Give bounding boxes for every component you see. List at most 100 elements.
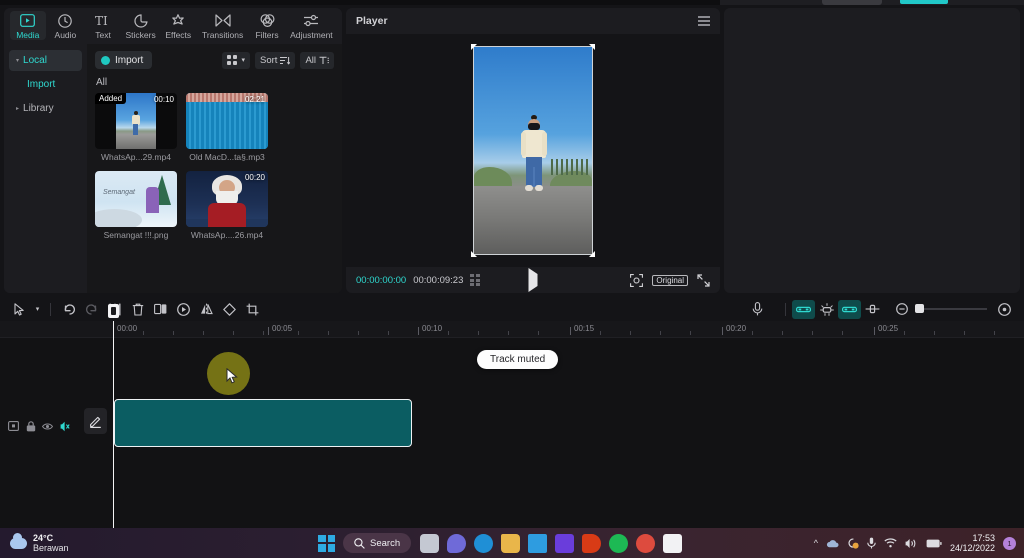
mouse-cursor bbox=[226, 368, 238, 385]
tab-effects[interactable]: Effects bbox=[160, 11, 196, 40]
timeline-panel: ▾ 00:00 00:05 00:10 00:15 00:20 00:25 Tr… bbox=[0, 297, 1024, 528]
file-explorer-icon[interactable] bbox=[501, 533, 520, 553]
zoom-out-button[interactable] bbox=[890, 300, 913, 319]
sidebar-item-local[interactable]: ▾ Local bbox=[9, 50, 82, 71]
tab-stickers-label: Stickers bbox=[125, 30, 156, 40]
weather-temperature: 24°C bbox=[33, 532, 54, 543]
onedrive-icon[interactable] bbox=[826, 539, 839, 548]
record-voiceover-button[interactable] bbox=[746, 300, 769, 319]
ruler-label: 00:00 bbox=[117, 324, 138, 333]
start-button[interactable] bbox=[318, 534, 335, 552]
taskbar-clock[interactable]: 17:53 24/12/2022 bbox=[950, 533, 995, 554]
media-item[interactable]: 02:21 Old MacD...ta§.mp3 bbox=[186, 93, 268, 162]
tab-text-label: Text bbox=[95, 30, 111, 40]
select-tool-dropdown-icon[interactable]: ▾ bbox=[31, 300, 44, 319]
wifi-icon[interactable] bbox=[884, 538, 897, 548]
tray-expand-icon[interactable]: ^ bbox=[814, 538, 818, 548]
timeline-clip[interactable] bbox=[114, 399, 412, 447]
media-thumbnail[interactable]: 00:20 bbox=[186, 171, 268, 227]
tab-adjustment-label: Adjustment bbox=[290, 30, 333, 40]
player-menu-icon[interactable] bbox=[698, 16, 710, 26]
microphone-icon[interactable] bbox=[867, 537, 876, 549]
mute-track-icon[interactable] bbox=[59, 421, 70, 432]
sidebar-item-import-label: Import bbox=[27, 79, 56, 90]
playhead-handle[interactable] bbox=[108, 304, 119, 318]
capcut-icon[interactable] bbox=[663, 533, 682, 553]
hide-track-icon[interactable] bbox=[42, 421, 53, 432]
tab-media[interactable]: Media bbox=[10, 11, 46, 40]
zoom-slider-handle[interactable] bbox=[915, 304, 924, 313]
media-thumbnail[interactable]: 02:21 bbox=[186, 93, 268, 149]
tab-stickers[interactable]: Stickers bbox=[123, 11, 159, 40]
duplicate-button[interactable] bbox=[149, 300, 172, 319]
weather-widget[interactable]: 24°C Berawan bbox=[0, 532, 69, 554]
taskbar-search[interactable]: Search bbox=[343, 533, 412, 553]
rotate-button[interactable] bbox=[218, 300, 241, 319]
duration-badge: 02:21 bbox=[244, 95, 265, 104]
undo-button[interactable] bbox=[57, 300, 80, 319]
capcut-editor-window: Media Audio TI Text Stickers Effects Tra… bbox=[0, 5, 1024, 528]
filter-button[interactable]: All bbox=[300, 51, 334, 69]
quality-selector[interactable]: Original bbox=[652, 274, 688, 286]
edge-icon[interactable] bbox=[474, 533, 493, 553]
ruler-label: 00:15 bbox=[574, 324, 595, 333]
filters-icon bbox=[260, 13, 275, 28]
office-icon[interactable] bbox=[582, 533, 601, 553]
delete-button[interactable] bbox=[126, 300, 149, 319]
sidebar-item-import[interactable]: Import bbox=[9, 74, 82, 95]
speed-button[interactable] bbox=[172, 300, 195, 319]
tab-adjustment[interactable]: Adjustment bbox=[287, 11, 336, 40]
timeline-ruler[interactable]: 00:00 00:05 00:10 00:15 00:20 00:25 bbox=[0, 321, 1024, 338]
play-button[interactable] bbox=[528, 268, 538, 292]
tab-media-label: Media bbox=[16, 30, 40, 40]
edit-clip-button[interactable] bbox=[84, 408, 107, 434]
purple-app-icon[interactable] bbox=[555, 533, 574, 553]
playhead[interactable] bbox=[108, 304, 119, 528]
mail-icon[interactable] bbox=[528, 533, 547, 553]
task-view-icon[interactable] bbox=[420, 533, 439, 553]
focus-preview-icon[interactable] bbox=[630, 273, 644, 287]
lock-track-icon[interactable] bbox=[25, 420, 36, 432]
updates-icon[interactable] bbox=[847, 537, 859, 549]
video-preview[interactable] bbox=[471, 44, 595, 257]
redo-button[interactable] bbox=[80, 300, 103, 319]
tab-audio[interactable]: Audio bbox=[48, 11, 84, 40]
tab-text[interactable]: TI Text bbox=[85, 11, 121, 40]
adjust-clip-button[interactable] bbox=[861, 300, 884, 319]
timeline-zoom-slider[interactable] bbox=[915, 304, 987, 313]
auto-ducking-button[interactable] bbox=[815, 300, 838, 319]
crop-button[interactable] bbox=[241, 300, 264, 319]
mirror-button[interactable] bbox=[195, 300, 218, 319]
view-mode-button[interactable]: ▾ bbox=[222, 51, 250, 69]
media-thumbnail[interactable]: Added 00:10 bbox=[95, 93, 177, 149]
notification-badge[interactable]: 1 bbox=[1003, 536, 1016, 550]
import-button[interactable]: Import bbox=[95, 51, 153, 69]
chrome-icon[interactable] bbox=[636, 533, 655, 553]
media-item[interactable]: Added 00:10 WhatsAp...29.mp4 bbox=[95, 93, 177, 162]
fit-timeline-button[interactable] bbox=[993, 300, 1016, 319]
link-clips-button[interactable] bbox=[792, 299, 815, 319]
player-controls: 00:00:00:00 00:00:09:23 Original bbox=[346, 267, 720, 293]
resize-handle-top-left[interactable] bbox=[471, 44, 477, 50]
media-item[interactable]: Semangat Semangat !!!.png bbox=[95, 171, 177, 240]
sort-button[interactable]: Sort bbox=[255, 51, 296, 69]
sidebar-item-library[interactable]: ▸ Library bbox=[9, 98, 82, 119]
resize-handle-top-right[interactable] bbox=[589, 44, 595, 50]
media-thumbnail[interactable]: Semangat bbox=[95, 171, 177, 227]
tab-filters[interactable]: Filters bbox=[249, 11, 285, 40]
player-header: Player bbox=[346, 8, 720, 34]
select-tool-icon[interactable] bbox=[8, 300, 31, 319]
media-item[interactable]: 00:20 WhatsAp....26.mp4 bbox=[186, 171, 268, 240]
battery-icon[interactable] bbox=[926, 539, 942, 548]
timecode-format-icon[interactable] bbox=[470, 274, 480, 286]
spotify-icon[interactable] bbox=[609, 533, 628, 553]
fullscreen-icon[interactable] bbox=[697, 273, 710, 287]
snap-button[interactable] bbox=[838, 299, 861, 319]
background-tab-active[interactable] bbox=[900, 0, 948, 4]
volume-icon[interactable] bbox=[905, 538, 918, 549]
tab-transitions[interactable]: Transitions bbox=[198, 11, 247, 40]
media-grid: Added 00:10 WhatsAp...29.mp4 02:21 Old M… bbox=[95, 93, 334, 240]
text-icon: TI bbox=[95, 13, 112, 28]
track-type-icon[interactable] bbox=[8, 421, 19, 432]
teams-icon[interactable] bbox=[447, 533, 466, 553]
